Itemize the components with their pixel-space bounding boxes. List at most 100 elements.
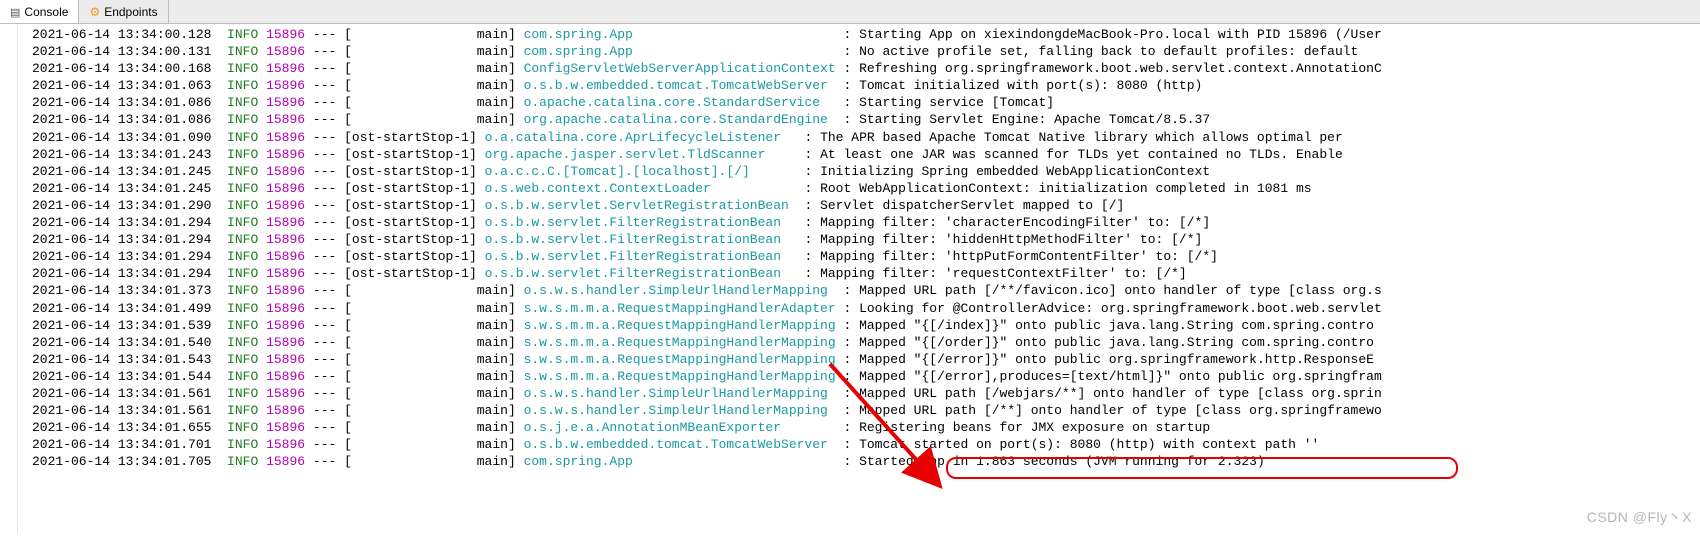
log-colon: : — [843, 95, 851, 110]
log-thread: [ main] — [344, 318, 516, 333]
log-logger: o.a.catalina.core.AprLifecycleListener — [485, 130, 797, 145]
log-timestamp: 2021-06-14 13:34:01.294 — [32, 266, 211, 281]
log-thread: [ost-startStop-1] — [344, 232, 477, 247]
log-message: Registering beans for JMX exposure on st… — [859, 420, 1210, 435]
log-dash: --- — [313, 232, 336, 247]
log-level: INFO — [227, 181, 258, 196]
log-logger: o.s.b.w.embedded.tomcat.TomcatWebServer — [524, 437, 836, 452]
log-colon: : — [843, 283, 851, 298]
log-logger: o.s.b.w.servlet.FilterRegistrationBean — [485, 266, 797, 281]
log-thread: [ main] — [344, 403, 516, 418]
log-dash: --- — [313, 386, 336, 401]
log-colon: : — [804, 198, 812, 213]
log-message: Mapped "{[/error]}" onto public org.spri… — [859, 352, 1374, 367]
log-level: INFO — [227, 232, 258, 247]
log-dash: --- — [313, 198, 336, 213]
log-pid: 15896 — [266, 454, 305, 469]
console-output[interactable]: 2021-06-14 13:34:00.128 INFO 15896 --- [… — [18, 24, 1700, 533]
log-row: 2021-06-14 13:34:01.063 INFO 15896 --- [… — [32, 77, 1700, 94]
log-thread: [ main] — [344, 283, 516, 298]
log-thread: [ main] — [344, 369, 516, 384]
log-row: 2021-06-14 13:34:01.243 INFO 15896 --- [… — [32, 146, 1700, 163]
log-row: 2021-06-14 13:34:01.290 INFO 15896 --- [… — [32, 197, 1700, 214]
log-level: INFO — [227, 403, 258, 418]
log-timestamp: 2021-06-14 13:34:01.544 — [32, 369, 211, 384]
log-message: Mapped URL path [/**] onto handler of ty… — [859, 403, 1382, 418]
log-row: 2021-06-14 13:34:01.086 INFO 15896 --- [… — [32, 94, 1700, 111]
log-row: 2021-06-14 13:34:01.090 INFO 15896 --- [… — [32, 129, 1700, 146]
log-row: 2021-06-14 13:34:01.655 INFO 15896 --- [… — [32, 419, 1700, 436]
log-thread: [ main] — [344, 386, 516, 401]
log-timestamp: 2021-06-14 13:34:01.243 — [32, 147, 211, 162]
log-message: Mapping filter: 'hiddenHttpMethodFilter'… — [820, 232, 1202, 247]
watermark: CSDN @Fly丶X — [1587, 507, 1692, 527]
log-colon: : — [843, 437, 851, 452]
log-timestamp: 2021-06-14 13:34:00.168 — [32, 61, 211, 76]
log-level: INFO — [227, 335, 258, 350]
log-dash: --- — [313, 437, 336, 452]
log-level: INFO — [227, 369, 258, 384]
log-colon: : — [843, 369, 851, 384]
log-thread: [ost-startStop-1] — [344, 164, 477, 179]
log-timestamp: 2021-06-14 13:34:01.245 — [32, 164, 211, 179]
log-level: INFO — [227, 352, 258, 367]
log-message: The APR based Apache Tomcat Native libra… — [820, 130, 1343, 145]
log-logger: org.apache.catalina.core.StandardEngine — [524, 112, 836, 127]
log-logger: o.apache.catalina.core.StandardService — [524, 95, 836, 110]
log-timestamp: 2021-06-14 13:34:01.705 — [32, 454, 211, 469]
log-message: Starting service [Tomcat] — [859, 95, 1054, 110]
log-pid: 15896 — [266, 283, 305, 298]
log-pid: 15896 — [266, 78, 305, 93]
log-message: At least one JAR was scanned for TLDs ye… — [820, 147, 1343, 162]
log-timestamp: 2021-06-14 13:34:01.701 — [32, 437, 211, 452]
log-row: 2021-06-14 13:34:01.373 INFO 15896 --- [… — [32, 282, 1700, 299]
log-dash: --- — [313, 95, 336, 110]
log-timestamp: 2021-06-14 13:34:01.090 — [32, 130, 211, 145]
log-colon: : — [843, 454, 851, 469]
log-thread: [ main] — [344, 437, 516, 452]
console-icon — [10, 5, 20, 19]
log-colon: : — [843, 386, 851, 401]
log-pid: 15896 — [266, 215, 305, 230]
log-dash: --- — [313, 164, 336, 179]
log-thread: [ost-startStop-1] — [344, 266, 477, 281]
log-message: Mapped "{[/index]}" onto public java.lan… — [859, 318, 1374, 333]
log-message: Mapped "{[/error],produces=[text/html]}"… — [859, 369, 1382, 384]
log-message: Mapping filter: 'httpPutFormContentFilte… — [820, 249, 1218, 264]
log-level: INFO — [227, 198, 258, 213]
log-logger: o.a.c.c.C.[Tomcat].[localhost].[/] — [485, 164, 797, 179]
log-timestamp: 2021-06-14 13:34:01.294 — [32, 215, 211, 230]
log-message: Starting Servlet Engine: Apache Tomcat/8… — [859, 112, 1210, 127]
log-level: INFO — [227, 44, 258, 59]
log-logger: com.spring.App — [524, 44, 836, 59]
log-timestamp: 2021-06-14 13:34:01.290 — [32, 198, 211, 213]
log-colon: : — [843, 44, 851, 59]
log-row: 2021-06-14 13:34:01.245 INFO 15896 --- [… — [32, 180, 1700, 197]
log-dash: --- — [313, 27, 336, 42]
log-thread: [ main] — [344, 454, 516, 469]
log-thread: [ost-startStop-1] — [344, 130, 477, 145]
log-pid: 15896 — [266, 147, 305, 162]
log-thread: [ main] — [344, 335, 516, 350]
log-dash: --- — [313, 301, 336, 316]
log-thread: [ost-startStop-1] — [344, 198, 477, 213]
log-level: INFO — [227, 27, 258, 42]
log-dash: --- — [313, 266, 336, 281]
log-dash: --- — [313, 61, 336, 76]
log-colon: : — [843, 318, 851, 333]
log-logger: o.s.w.s.handler.SimpleUrlHandlerMapping — [524, 386, 836, 401]
tab-endpoints-label: Endpoints — [104, 5, 157, 19]
log-dash: --- — [313, 44, 336, 59]
tab-console[interactable]: Console — [0, 0, 79, 23]
log-level: INFO — [227, 437, 258, 452]
tab-endpoints[interactable]: Endpoints — [79, 0, 168, 23]
log-dash: --- — [313, 369, 336, 384]
log-colon: : — [804, 147, 812, 162]
log-message: Mapping filter: 'requestContextFilter' t… — [820, 266, 1187, 281]
log-timestamp: 2021-06-14 13:34:01.499 — [32, 301, 211, 316]
tab-console-label: Console — [24, 5, 68, 19]
log-thread: [ main] — [344, 420, 516, 435]
log-timestamp: 2021-06-14 13:34:01.561 — [32, 403, 211, 418]
log-colon: : — [843, 78, 851, 93]
log-thread: [ main] — [344, 352, 516, 367]
